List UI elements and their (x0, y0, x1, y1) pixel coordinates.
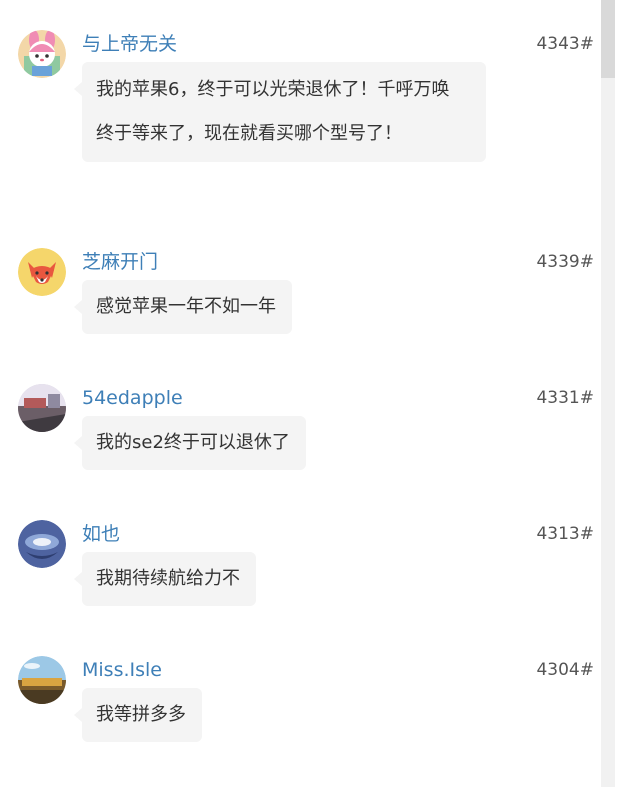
comment-text: 我等拼多多 (74, 688, 202, 742)
floor-number: 4313# (536, 524, 594, 544)
pink-bunny-avatar-icon[interactable] (18, 30, 66, 78)
username[interactable]: 与上帝无关 (82, 32, 177, 56)
username[interactable]: Miss.Isle (82, 658, 162, 682)
username[interactable]: 54edapple (82, 386, 183, 410)
scrollbar[interactable] (601, 0, 615, 787)
username[interactable]: 如也 (82, 522, 120, 546)
username[interactable]: 芝麻开门 (82, 250, 158, 274)
comment-list: 与上帝无关 4343# 我的苹果6，终于可以光荣退休了！千呼万唤终于等来了，现在… (0, 0, 600, 787)
scrollbar-thumb[interactable] (601, 0, 615, 78)
fox-avatar-icon[interactable] (18, 248, 66, 296)
comment-text: 我的苹果6，终于可以光荣退休了！千呼万唤终于等来了，现在就看买哪个型号了！ (74, 62, 486, 162)
floor-number: 4304# (536, 660, 594, 680)
floor-number: 4331# (536, 388, 594, 408)
blue-swirl-avatar-icon[interactable] (18, 520, 66, 568)
comment-text: 感觉苹果一年不如一年 (74, 280, 292, 334)
comment-text: 我期待续航给力不 (74, 552, 256, 606)
photo-avatar-icon[interactable] (18, 384, 66, 432)
floor-number: 4343# (536, 34, 594, 54)
landscape-avatar-icon[interactable] (18, 656, 66, 704)
floor-number: 4339# (536, 252, 594, 272)
comment-page: 与上帝无关 4343# 我的苹果6，终于可以光荣退休了！千呼万唤终于等来了，现在… (0, 0, 625, 787)
comment-text: 我的se2终于可以退休了 (74, 416, 306, 470)
